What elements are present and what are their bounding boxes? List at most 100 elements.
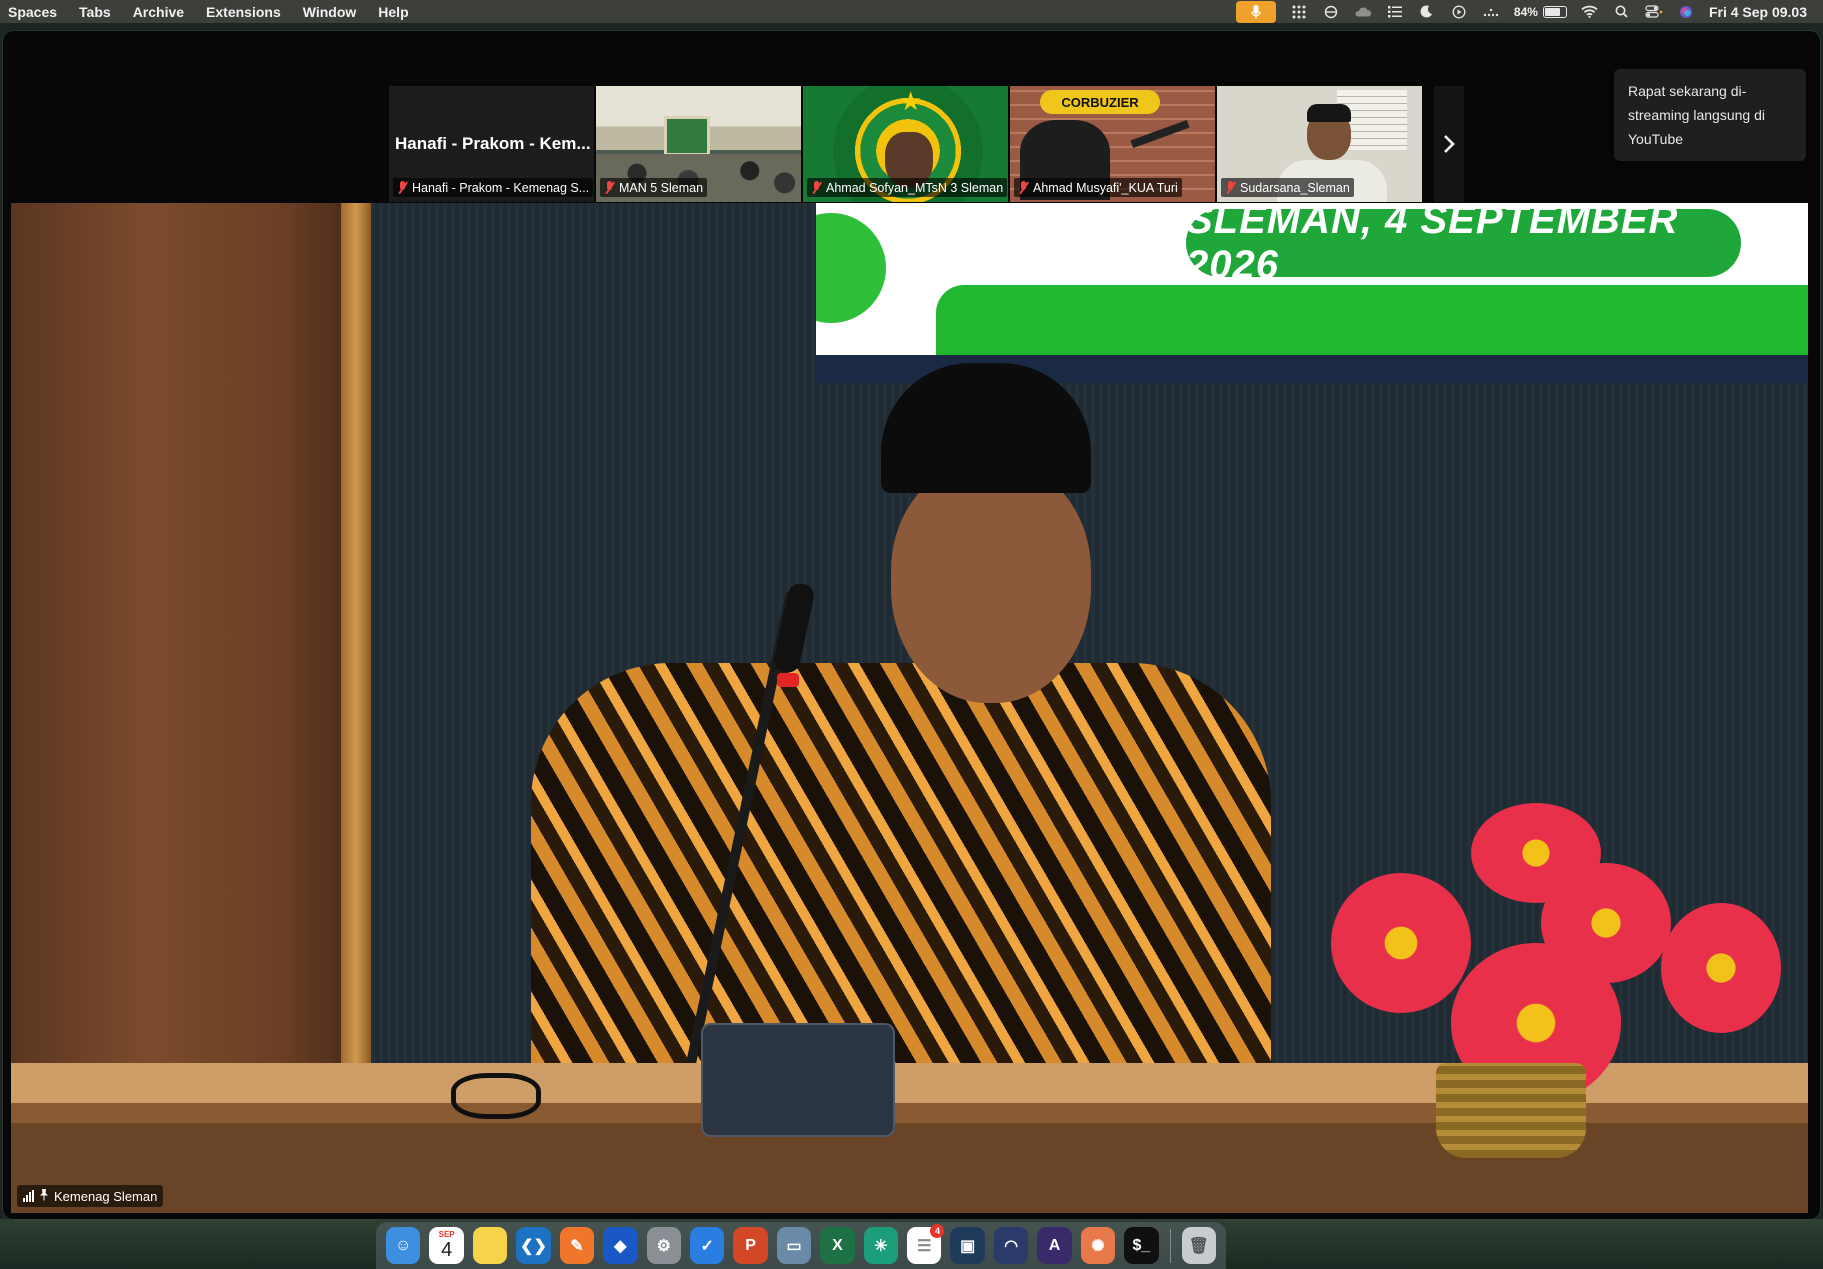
- streaming-notification: Rapat sekarang di-streaming langsung di …: [1614, 69, 1806, 161]
- dock-app-terminal-blue[interactable]: ▣: [950, 1227, 985, 1264]
- mic-muted-icon: [1225, 181, 1236, 194]
- perplexity-icon: ✳: [874, 1237, 888, 1255]
- tv-graphic-band: [936, 285, 1808, 355]
- pin-icon[interactable]: [39, 1188, 49, 1204]
- dock-app-trash[interactable]: 🗑: [1181, 1227, 1216, 1264]
- menu-archive[interactable]: Archive: [133, 4, 184, 20]
- play-circle-icon[interactable]: [1450, 5, 1468, 19]
- wifi-icon[interactable]: [1581, 5, 1599, 19]
- dock-app-preview[interactable]: ▭: [776, 1227, 812, 1264]
- dock-app-system-preferences[interactable]: ⚙: [646, 1227, 681, 1264]
- video-wood-edge: [341, 203, 371, 1063]
- dock-app-notes[interactable]: [472, 1227, 508, 1264]
- participant-cap: [1307, 104, 1351, 122]
- dock-app-bitwarden[interactable]: ◆: [603, 1227, 638, 1264]
- claude-icon: ✺: [1091, 1237, 1105, 1255]
- dots-icon[interactable]: [1482, 5, 1500, 19]
- system-preferences-icon: ⚙: [656, 1237, 671, 1255]
- video-scene-board: [664, 116, 710, 156]
- participant-tile[interactable]: Hanafi - Prakom - Kem... Hanafi - Prakom…: [389, 86, 594, 202]
- microphone-base: [701, 1023, 895, 1137]
- menu-extensions[interactable]: Extensions: [206, 4, 281, 20]
- preview-icon: ▭: [786, 1237, 802, 1255]
- dock-separator: [1169, 1228, 1171, 1263]
- terminal-blue-icon: ▣: [960, 1237, 976, 1255]
- chevron-right-icon: [1444, 135, 1455, 153]
- dock-app-pen-app[interactable]: ✎: [559, 1227, 595, 1264]
- participant-name-title: Hanafi - Prakom - Kem...: [395, 134, 591, 153]
- menu-clock[interactable]: Fri 4 Sep 09.03: [1709, 4, 1807, 20]
- participant-tile[interactable]: ★ Ahmad Sofyan_MTsN 3 Sleman: [803, 86, 1008, 202]
- participant-label-text: MAN 5 Sleman: [619, 180, 704, 195]
- dock-app-terminal[interactable]: $_: [1124, 1227, 1159, 1264]
- participant-label-text: Ahmad Sofyan_MTsN 3 Sleman: [826, 180, 1004, 195]
- microphone-active-icon[interactable]: [1235, 0, 1276, 23]
- menu-spaces[interactable]: Spaces: [8, 4, 57, 20]
- dock-app-vscode[interactable]: ❮❯: [516, 1227, 551, 1264]
- cloud-icon[interactable]: [1354, 5, 1372, 19]
- participant-label: Hanafi - Prakom - Kemenag S...: [393, 178, 594, 197]
- flower-vase: [1436, 1063, 1586, 1158]
- mic-muted-icon: [811, 181, 822, 194]
- participant-label: Ahmad Musyafi'_KUA Turi: [1014, 178, 1182, 197]
- dock-app-excel[interactable]: X: [820, 1227, 855, 1264]
- dock-app-arc[interactable]: ◠: [993, 1227, 1029, 1264]
- tv-date-banner: SLEMAN, 4 SEPTEMBER 2026: [1186, 203, 1741, 287]
- participant-tile[interactable]: CORBUZIER Ahmad Musyafi'_KUA Turi: [1010, 86, 1215, 202]
- dock-app-calendar[interactable]: SEP 4: [429, 1227, 464, 1264]
- speaker-batik-shirt: [531, 663, 1271, 1103]
- flower: [1661, 903, 1781, 1033]
- control-center-icon[interactable]: [1645, 5, 1663, 19]
- strip-next-button[interactable]: [1434, 86, 1464, 202]
- arc-icon: ◠: [1004, 1237, 1019, 1255]
- trash-icon: 🗑: [1188, 1237, 1209, 1255]
- participant-tile[interactable]: Sudarsana_Sleman: [1217, 86, 1422, 202]
- reminders-icon: ☰: [917, 1237, 932, 1255]
- battery-fill: [1544, 7, 1561, 16]
- terminal-icon: $_: [1132, 1236, 1151, 1254]
- battery-status[interactable]: 84%: [1514, 5, 1567, 19]
- tv-screen: SLEMAN, 4 SEPTEMBER 2026: [816, 203, 1808, 355]
- speaker-peci-cap: [881, 363, 1091, 493]
- search-icon[interactable]: [1613, 5, 1631, 19]
- dock-app-finder[interactable]: ☺: [386, 1227, 421, 1264]
- participant-label-text: Sudarsana_Sleman: [1240, 180, 1350, 195]
- participant-tile[interactable]: MAN 5 Sleman: [596, 86, 801, 202]
- grid-icon[interactable]: [1290, 5, 1308, 19]
- pen-app-icon: ✎: [570, 1237, 584, 1255]
- participant-label: Ahmad Sofyan_MTsN 3 Sleman: [807, 178, 1008, 197]
- speaker-label-text: Kemenag Sleman: [54, 1188, 158, 1204]
- flower-arrangement: [1281, 803, 1801, 1103]
- list-icon[interactable]: [1386, 5, 1404, 19]
- powerpoint-icon: P: [745, 1236, 756, 1254]
- dock: ☺ SEP 4 ❮❯ ✎ ◆ ⚙ ✓ P ▭ X ✳ ☰ 4 ▣ ◠ A ✺ $_ 🗑: [376, 1222, 1226, 1269]
- dock-app-perplexity[interactable]: ✳: [863, 1227, 899, 1264]
- menu-bar: Spaces Tabs Archive Extensions Window He…: [0, 0, 1823, 23]
- mic-muted-icon: [1018, 181, 1029, 194]
- main-video[interactable]: SLEMAN, 4 SEPTEMBER 2026 Kemenag Sleman: [11, 203, 1808, 1213]
- circle-dash-icon[interactable]: [1322, 5, 1340, 19]
- signal-strength-icon: [23, 1190, 34, 1202]
- dock-app-affinity[interactable]: A: [1037, 1227, 1072, 1264]
- participant-label: Sudarsana_Sleman: [1221, 178, 1354, 197]
- finder-icon: ☺: [395, 1236, 412, 1254]
- participant-label-text: Ahmad Musyafi'_KUA Turi: [1033, 180, 1178, 195]
- participant-label: MAN 5 Sleman: [600, 178, 708, 197]
- menu-help[interactable]: Help: [378, 4, 408, 20]
- mic-muted-icon: [397, 181, 408, 194]
- dock-app-claude[interactable]: ✺: [1080, 1227, 1116, 1264]
- dock-app-tasks[interactable]: ✓: [689, 1227, 725, 1264]
- siri-icon[interactable]: [1677, 5, 1695, 19]
- menu-window[interactable]: Window: [303, 4, 357, 20]
- battery-icon: [1542, 5, 1567, 18]
- podcast-mic: [1130, 119, 1190, 149]
- menu-tabs[interactable]: Tabs: [79, 4, 111, 20]
- bitwarden-icon: ◆: [614, 1237, 627, 1255]
- moon-icon[interactable]: [1418, 5, 1436, 19]
- dock-app-reminders[interactable]: ☰ 4: [907, 1224, 945, 1264]
- battery-percent: 84%: [1513, 4, 1538, 19]
- dock-app-powerpoint[interactable]: P: [733, 1227, 768, 1264]
- tv-graphic-circle: [816, 213, 886, 323]
- eyeglasses: [451, 1073, 541, 1119]
- calendar-month: SEP: [438, 1230, 455, 1239]
